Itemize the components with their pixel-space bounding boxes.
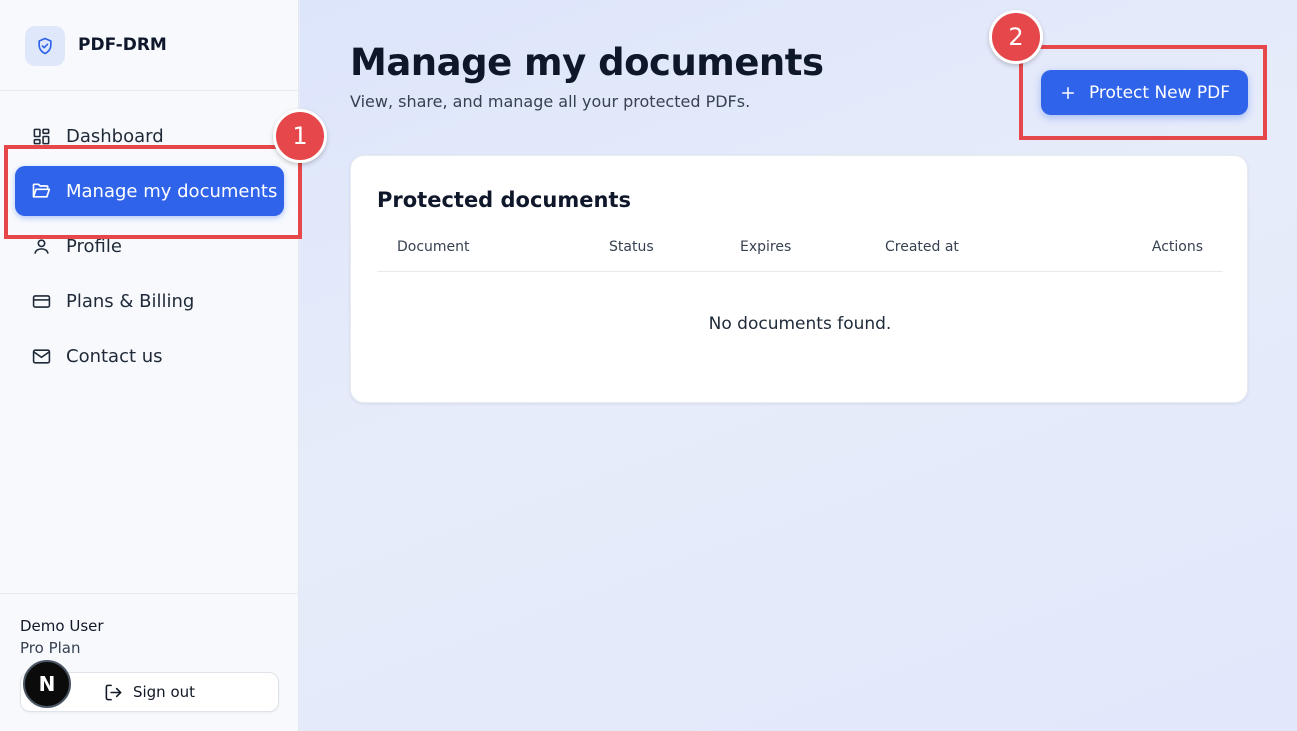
column-header-actions: Actions: [1151, 239, 1203, 255]
column-header-status[interactable]: Status: [609, 239, 654, 255]
card-title: Protected documents: [377, 188, 631, 212]
avatar[interactable]: N: [23, 660, 71, 708]
annotation-badge-2: 2: [989, 10, 1043, 64]
shield-icon: [25, 26, 65, 66]
sidebar-item-plans-billing[interactable]: Plans & Billing: [15, 276, 284, 326]
sidebar: PDF-DRM Dashboard Manage my documents Pr…: [0, 0, 299, 731]
main-content: Manage my documents View, share, and man…: [300, 0, 1297, 731]
sidebar-item-dashboard[interactable]: Dashboard: [15, 111, 284, 161]
plus-icon: [1059, 84, 1077, 102]
protect-new-pdf-button[interactable]: Protect New PDF: [1041, 70, 1248, 115]
app-name: PDF-DRM: [78, 35, 167, 55]
table-header: Document Status Expires Created at Actio…: [377, 236, 1223, 272]
dashboard-icon: [31, 126, 51, 146]
protect-new-pdf-label: Protect New PDF: [1088, 82, 1231, 103]
column-header-document[interactable]: Document: [397, 239, 470, 255]
sidebar-item-label: Contact us: [66, 345, 163, 367]
annotation-badge-1: 1: [273, 109, 327, 163]
sidebar-item-label: Profile: [66, 235, 122, 257]
credit-card-icon: [31, 291, 51, 311]
page-subtitle: View, share, and manage all your protect…: [350, 92, 751, 111]
user-name: Demo User: [20, 617, 104, 635]
user-plan: Pro Plan: [20, 639, 81, 657]
sidebar-item-label: Dashboard: [66, 125, 164, 147]
sidebar-item-label: Plans & Billing: [66, 290, 195, 312]
sidebar-item-manage-documents[interactable]: Manage my documents: [15, 166, 284, 216]
folder-open-icon: [31, 181, 51, 201]
sidebar-item-profile[interactable]: Profile: [15, 221, 284, 271]
sign-out-label: Sign out: [132, 683, 196, 701]
sidebar-item-label: Manage my documents: [66, 180, 278, 202]
empty-state-message: No documents found.: [708, 314, 892, 334]
documents-card: Protected documents Document Status Expi…: [350, 155, 1248, 403]
user-icon: [31, 236, 51, 256]
column-header-expires[interactable]: Expires: [740, 239, 791, 255]
sign-out-icon: [104, 683, 123, 702]
brand-header: PDF-DRM: [0, 0, 299, 91]
mail-icon: [31, 346, 51, 366]
column-header-created-at[interactable]: Created at: [885, 239, 959, 255]
sidebar-item-contact[interactable]: Contact us: [15, 331, 284, 381]
page-title: Manage my documents: [350, 41, 824, 84]
